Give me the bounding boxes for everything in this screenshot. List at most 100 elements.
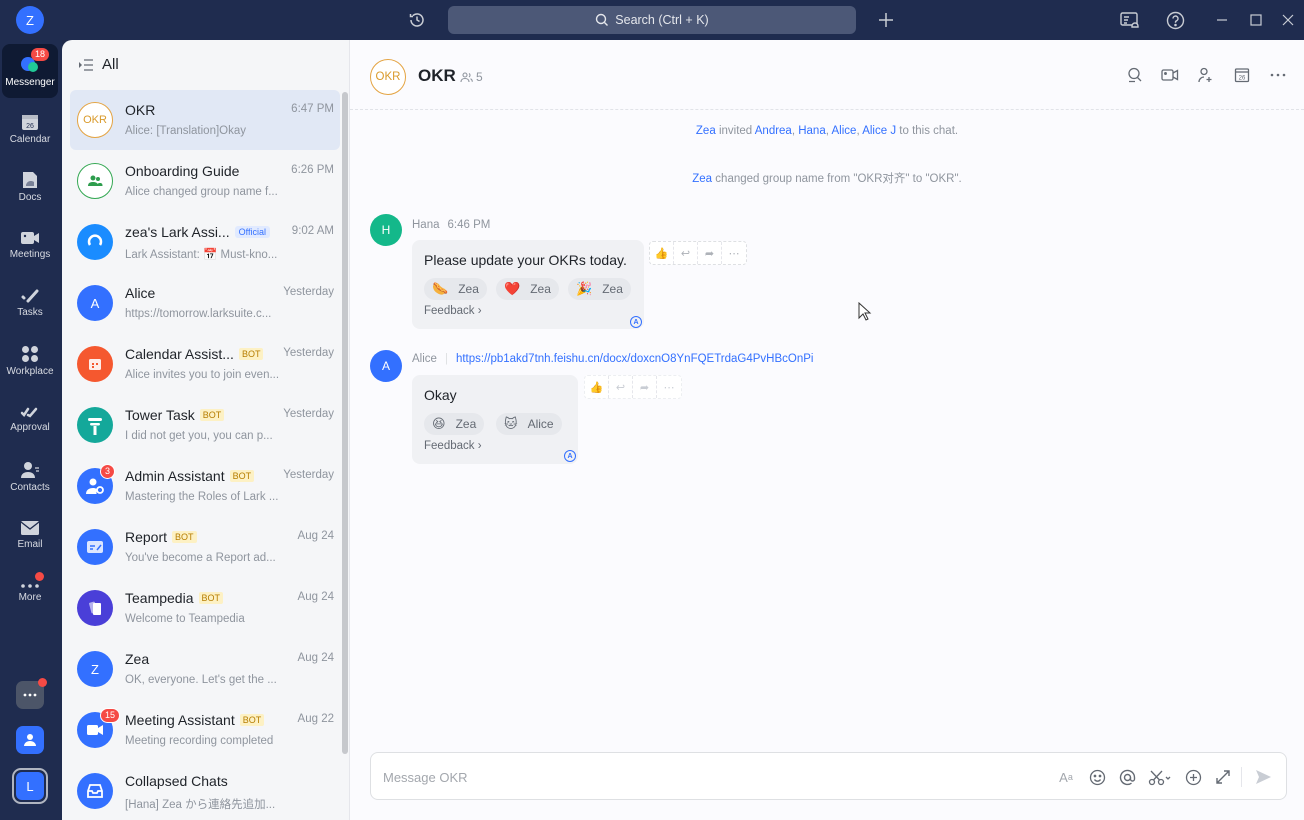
reaction[interactable]: 🐱 Alice xyxy=(496,413,562,435)
user-link[interactable]: Hana xyxy=(798,125,826,137)
calendar-icon[interactable]: 26 xyxy=(1233,66,1251,84)
chat-name: Report BOT xyxy=(125,529,197,545)
reaction[interactable]: 🎉 Zea xyxy=(568,278,631,300)
more-apps-button[interactable] xyxy=(16,678,47,709)
user-link[interactable]: Alice J xyxy=(862,125,896,137)
feedback-link[interactable]: Feedback › xyxy=(424,440,482,452)
sender-name[interactable]: Hana xyxy=(412,219,440,231)
sidebar-item-approval[interactable]: Approval xyxy=(2,392,58,446)
plus-icon[interactable] xyxy=(876,10,896,30)
chat-avatar xyxy=(77,163,113,199)
forward-icon[interactable]: ➦ xyxy=(698,242,722,264)
chat-item-report[interactable]: Report BOT Aug 24 You've become a Report … xyxy=(70,517,340,577)
send-icon[interactable] xyxy=(1253,767,1273,787)
user-link[interactable]: Andrea xyxy=(755,125,792,137)
chat-item-alice[interactable]: A Alice Yesterday https://tomorrow.larks… xyxy=(70,273,340,333)
chat-item-teampedia[interactable]: Teampedia BOT Aug 24 Welcome to Teampedia xyxy=(70,578,340,638)
profile-button[interactable]: L xyxy=(12,768,48,804)
reaction[interactable]: ❤️ Zea xyxy=(496,278,559,300)
user-avatar[interactable]: Z xyxy=(16,6,44,34)
conversation-title[interactable]: OKR xyxy=(418,66,456,86)
chat-item-lark-assistant[interactable]: zea's Lark Assi... Official 9:02 AM Lark … xyxy=(70,212,340,272)
reaction-emoji: ❤️ xyxy=(504,281,521,296)
chat-item-tower-task[interactable]: Tower Task BOT Yesterday I did not get yo… xyxy=(70,395,340,455)
sidebar-item-workplace[interactable]: Workplace xyxy=(2,334,58,388)
chat-list-scrollbar[interactable] xyxy=(342,92,348,754)
chat-name: Teampedia BOT xyxy=(125,590,224,606)
video-call-icon[interactable] xyxy=(1161,66,1179,84)
group-avatar[interactable]: OKR xyxy=(370,59,406,95)
chat-item-zea[interactable]: Z Zea Aug 24 OK, everyone. Let's get the… xyxy=(70,639,340,699)
more-icon[interactable]: ⋯ xyxy=(722,242,746,264)
add-attachment-icon[interactable] xyxy=(1183,767,1203,787)
search-chat-icon[interactable] xyxy=(1126,66,1144,84)
chat-item-onboarding-guide[interactable]: Onboarding Guide 6:26 PM Alice changed g… xyxy=(70,151,340,211)
chat-time: 6:47 PM xyxy=(291,103,334,115)
maximize-icon[interactable] xyxy=(1246,10,1266,30)
like-icon[interactable]: 👍 xyxy=(650,242,674,264)
sender-avatar[interactable]: A xyxy=(370,350,402,382)
chat-item-okr[interactable]: OKR OKR 6:47 PM Alice: [Translation]Okay xyxy=(70,90,340,150)
sender-avatar[interactable]: H xyxy=(370,214,402,246)
reaction[interactable]: 😆 Zea xyxy=(424,413,485,435)
calendar-icon: 26 xyxy=(22,115,38,130)
chat-item-admin-assistant[interactable]: 3 Admin Assistant BOT Yesterday Mastering… xyxy=(70,456,340,516)
like-icon[interactable]: 👍 xyxy=(585,376,609,398)
message-time: 6:46 PM xyxy=(447,219,491,231)
more-icon[interactable]: ⋯ xyxy=(657,376,681,398)
message-input[interactable] xyxy=(383,765,1023,789)
chat-item-collapsed-chats[interactable]: Collapsed Chats [Hana] Zea から連絡先追加... xyxy=(70,761,340,820)
chat-avatar xyxy=(77,224,113,260)
emoji-icon[interactable] xyxy=(1087,767,1107,787)
sidebar-item-more[interactable]: More xyxy=(2,566,58,620)
notification-list-icon[interactable] xyxy=(1120,10,1140,30)
chat-item-meeting-assistant[interactable]: 15 Meeting Assistant BOT Aug 22 Meeting r… xyxy=(70,700,340,760)
search-bar[interactable]: Search (Ctrl + K) xyxy=(448,6,856,34)
expand-icon[interactable] xyxy=(1213,767,1233,787)
sidebar-item-messenger[interactable]: Messenger 18 xyxy=(2,44,58,98)
chat-filter[interactable]: All xyxy=(78,56,119,73)
sidebar-label: Meetings xyxy=(9,249,51,260)
chat-list-panel: All OKR OKR 6:47 PM Alice: [Translation]… xyxy=(62,40,350,820)
chat-time: Aug 22 xyxy=(297,713,334,725)
doc-link[interactable]: https://pb1akd7tnh.feishu.cn/docx/doxcnO… xyxy=(456,353,814,365)
sidebar-item-calendar[interactable]: 26 Calendar xyxy=(2,102,58,156)
user-link[interactable]: Zea xyxy=(696,125,716,137)
sidebar-label: Calendar xyxy=(9,134,51,145)
chat-name: Calendar Assist... BOT xyxy=(125,346,264,362)
help-icon[interactable] xyxy=(1165,10,1185,30)
chat-item-calendar-assistant[interactable]: Calendar Assist... BOT Yesterday Alice in… xyxy=(70,334,340,394)
sidebar-item-meetings[interactable]: Meetings xyxy=(2,218,58,272)
user-link[interactable]: Alice xyxy=(832,125,857,137)
more-options-icon[interactable] xyxy=(1269,66,1287,84)
chat-time: Aug 24 xyxy=(297,652,334,664)
sidebar-item-docs[interactable]: Docs xyxy=(2,160,58,214)
text-format-icon[interactable]: Aa xyxy=(1056,767,1076,787)
mention-icon[interactable] xyxy=(1117,767,1137,787)
feedback-link[interactable]: Feedback › xyxy=(424,305,482,317)
add-member-icon[interactable] xyxy=(1197,66,1215,84)
sidebar-item-contacts[interactable]: Contacts xyxy=(2,450,58,504)
sidebar-item-tasks[interactable]: Tasks xyxy=(2,276,58,330)
chat-preview: You've become a Report ad... xyxy=(125,552,276,564)
reply-icon[interactable]: ↩ xyxy=(609,376,633,398)
message-text: Okay xyxy=(424,387,457,403)
title-bar: Z Search (Ctrl + K) xyxy=(0,0,1304,40)
sidebar-item-email[interactable]: Email xyxy=(2,508,58,562)
minimize-icon[interactable] xyxy=(1212,10,1232,30)
bot-tag: BOT xyxy=(239,714,265,726)
contacts-shortcut-button[interactable] xyxy=(16,726,44,754)
member-count[interactable]: 5 xyxy=(460,70,483,84)
reaction[interactable]: 🌭 Zea xyxy=(424,278,487,300)
sidebar-label: More xyxy=(18,592,42,603)
divider xyxy=(1241,767,1242,787)
close-icon[interactable] xyxy=(1278,10,1298,30)
chat-time: Aug 24 xyxy=(297,591,334,603)
reply-icon[interactable]: ↩ xyxy=(674,242,698,264)
user-link[interactable]: Zea xyxy=(692,173,712,185)
forward-icon[interactable]: ➦ xyxy=(633,376,657,398)
sender-name[interactable]: Alice xyxy=(412,353,437,365)
screenshot-icon[interactable] xyxy=(1147,767,1173,787)
chat-preview: Alice: [Translation]Okay xyxy=(125,125,247,137)
history-icon[interactable] xyxy=(407,10,427,30)
